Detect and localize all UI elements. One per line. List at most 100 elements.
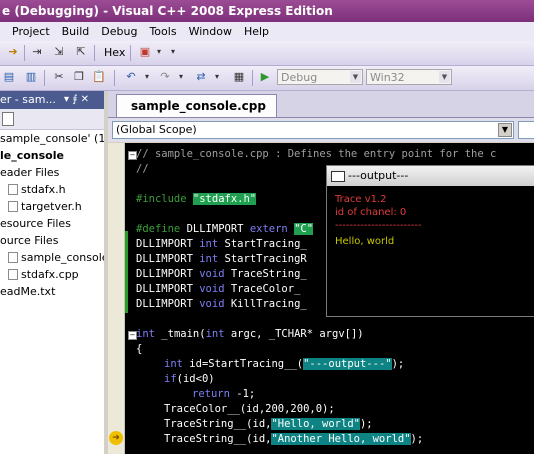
menu-project[interactable]: Project (0, 22, 56, 41)
string-literal: "Another Hello, world" (271, 433, 411, 445)
code-line: TraceString__(id,"Hello, world"); (164, 417, 373, 432)
step-into-icon[interactable]: ⇥ (30, 45, 44, 59)
code-line: int id=StartTracing__("---output---"); (164, 357, 404, 372)
output-line-separator: ------------------------ (335, 220, 422, 231)
window-icon (331, 171, 345, 182)
chevron-down-icon: ▼ (439, 71, 450, 83)
tree-item-solution[interactable]: sample_console' (1 pr (0, 131, 104, 147)
chevron-down-icon[interactable]: ▾ (174, 70, 188, 84)
cut-icon[interactable]: ✂ (52, 70, 66, 84)
output-line-channel: id of chanel: 0 (335, 207, 407, 218)
solution-explorer: er - sam... ▾ ⨎ ✕ sample_console' (1 pr … (0, 91, 112, 454)
header-file-icon (8, 184, 18, 195)
tab-sample-console-cpp[interactable]: sample_console.cpp (116, 94, 277, 117)
code-token: TraceColor_ (230, 283, 301, 295)
save-all-icon[interactable]: ▥ (24, 70, 38, 84)
menu-window[interactable]: Window (183, 22, 238, 41)
scope-dropdown[interactable]: (Global Scope) ▼ (112, 121, 514, 139)
breakpoints-window-icon[interactable]: ▣ (138, 45, 152, 59)
output-line-message: Hello, world (335, 236, 395, 247)
step-out-icon[interactable]: ⇱ (74, 45, 88, 59)
menu-tools[interactable]: Tools (143, 22, 182, 41)
start-debugging-icon[interactable]: ▶ (258, 70, 272, 84)
arrow-right-icon[interactable]: ➔ (6, 45, 20, 59)
code-line: DLLIMPORT void TraceString_ (136, 267, 307, 282)
code-token: DLLIMPORT (136, 283, 193, 295)
code-token: -1; (236, 388, 256, 400)
keyword: void (199, 268, 225, 280)
tree-item-label: esource Files (0, 217, 71, 230)
save-icon[interactable]: ▤ (2, 70, 16, 84)
toolbar-separator (114, 70, 115, 86)
paste-icon[interactable]: 📋 (92, 70, 106, 84)
platform-dropdown[interactable]: Win32 ▼ (366, 69, 452, 85)
code-token: DLLIMPORT (136, 253, 193, 265)
tools-icon[interactable]: ▦ (232, 70, 246, 84)
tree-item-source-files[interactable]: ource Files (0, 233, 104, 249)
preprocessor: #include (136, 193, 187, 205)
chevron-down-icon[interactable]: ▾ (152, 45, 166, 59)
code-line: // (136, 163, 149, 175)
debug-toolbar: ➔ ⇥ ⇲ ⇱ Hex ▣ ▾ ▾ (0, 41, 534, 66)
platform-value: Win32 (370, 71, 405, 84)
toolbar-separator (24, 45, 25, 61)
toolbar-overflow-icon[interactable]: ▾ (166, 45, 180, 59)
keyword: int (164, 358, 183, 370)
hex-button[interactable]: Hex (104, 45, 125, 61)
keyword: int (205, 328, 225, 340)
code-token: DLLIMPORT (136, 298, 193, 310)
editor-gutter[interactable] (108, 143, 125, 454)
scope-value: (Global Scope) (116, 123, 197, 136)
trace-output-window[interactable]: ---output--- Trace v1.2 id of chanel: 0 … (326, 165, 534, 317)
tree-item-header-files[interactable]: eader Files (0, 165, 104, 181)
menu-build[interactable]: Build (56, 22, 96, 41)
step-over-icon[interactable]: ⇲ (52, 45, 66, 59)
tree-item-stdafx-h[interactable]: stdafx.h (8, 182, 112, 198)
tree-item-label: eadMe.txt (0, 285, 56, 298)
configuration-value: Debug (281, 71, 318, 84)
copy-icon[interactable]: ❐ (72, 70, 86, 84)
code-token: DLLIMPORT (136, 238, 193, 250)
keyword: extern (249, 223, 288, 235)
toolbar-separator (252, 70, 253, 86)
member-dropdown[interactable] (518, 121, 534, 139)
panel-controls[interactable]: ▾ ⨎ ✕ (64, 91, 89, 109)
code-token: TraceString__(id, (164, 418, 272, 430)
output-window-title: ---output--- (348, 169, 409, 182)
keyword: return (192, 388, 230, 400)
tree-item-resource-files[interactable]: esource Files (0, 216, 104, 232)
tree-item-project[interactable]: le_console (0, 148, 104, 164)
redo-icon[interactable]: ↷ (158, 70, 172, 84)
navigate-icon[interactable]: ⇄ (194, 70, 208, 84)
tree-item-label: sample_console.cp (21, 251, 112, 264)
code-line: DLLIMPORT int StartTracingR (136, 252, 307, 267)
solution-explorer-header: er - sam... ▾ ⨎ ✕ (0, 91, 104, 109)
tree-item-label: eader Files (0, 166, 60, 179)
tree-item-sample-console-cpp[interactable]: sample_console.cp (8, 250, 112, 266)
menu-debug[interactable]: Debug (95, 22, 143, 41)
code-token: argc, _TCHAR* argv[]) (230, 328, 364, 340)
chevron-down-icon[interactable]: ▾ (210, 70, 224, 84)
properties-icon[interactable] (2, 112, 14, 126)
toolbar-separator (94, 45, 95, 61)
tree-item-label: stdafx.h (21, 183, 66, 196)
undo-icon[interactable]: ↶ (124, 70, 138, 84)
chevron-down-icon: ▼ (498, 123, 512, 137)
keyword: void (199, 283, 225, 295)
toolbar-separator (130, 45, 131, 61)
output-line-header: Trace v1.2 (335, 194, 387, 205)
code-line: DLLIMPORT void TraceColor_ (136, 282, 300, 297)
string-literal: "Hello, world" (271, 418, 360, 430)
chevron-down-icon[interactable]: ▾ (140, 70, 154, 84)
keyword: int (136, 328, 155, 340)
code-line: int _tmain(int argc, _TCHAR* argv[]) (136, 327, 364, 342)
standard-toolbar: ▤ ▥ ✂ ❐ 📋 ↶ ▾ ↷ ▾ ⇄ ▾ ▦ ▶ Debug ▼ Win32 … (0, 66, 534, 91)
output-window-titlebar[interactable]: ---output--- (327, 166, 534, 186)
configuration-dropdown[interactable]: Debug ▼ (277, 69, 363, 85)
code-line: DLLIMPORT int StartTracing_ (136, 237, 307, 252)
tree-item-stdafx-cpp[interactable]: stdafx.cpp (8, 267, 112, 283)
tree-item-targetver-h[interactable]: targetver.h (8, 199, 112, 215)
tree-item-readme[interactable]: eadMe.txt (0, 284, 104, 300)
menu-help[interactable]: Help (238, 22, 275, 41)
code-token: DLLIMPORT (186, 223, 244, 235)
